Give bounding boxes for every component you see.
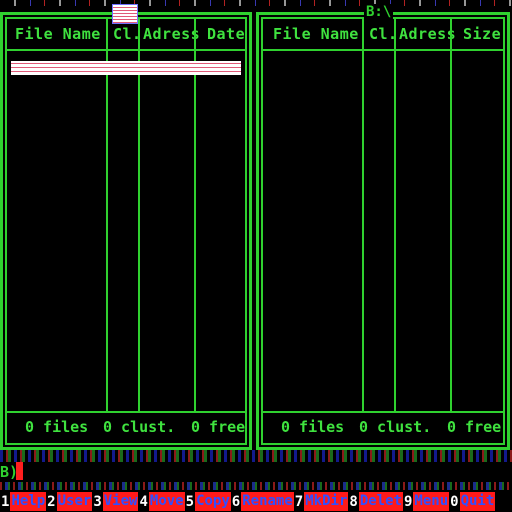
left-col-divider-2 [138,19,140,411]
fkey-mkdir[interactable]: 7 MkDir [294,491,349,512]
fkey-quit[interactable]: 0 Quit [449,491,496,512]
function-key-bar: 1 Help 2 User 3 View 4 Move 5 Copy 6 Rename 7M… [0,491,512,512]
fkey-number: 2 [47,493,56,510]
left-panel-inner: File Name Cl. Adress Date 0 files 0 clus… [5,17,247,445]
right-panel-header: File Name Cl. Adress Size [263,19,503,51]
fkey-move[interactable]: 4 Move [138,491,185,512]
fkey-number: 8 [349,493,358,510]
fkey-label: Move [148,492,185,511]
fkey-label: Delet [358,492,403,511]
screen-noise-top [0,0,512,6]
command-line[interactable]: B) [0,462,512,482]
left-col-filename[interactable]: File Name [15,25,101,43]
left-footer-clusters: 0 clust. [103,418,176,436]
fkey-number: 6 [231,493,241,510]
right-panel-path: B:\ [364,4,394,20]
right-file-panel[interactable]: File Name Cl. Adress Size 0 files 0 clus… [256,12,510,450]
screen-noise-band-2 [0,482,512,490]
fkey-label: MkDir [304,492,349,511]
left-col-date[interactable]: Date [207,25,245,43]
fkey-rename[interactable]: 6 Rename [231,491,294,512]
text-cursor [16,462,23,480]
fkey-number: 4 [139,493,148,510]
fkey-label: User [56,492,93,511]
left-col-divider-3 [194,19,196,411]
fkey-number: 3 [93,493,102,510]
left-panel-footer: 0 files 0 clust. 0 free [7,411,245,443]
right-footer-clusters: 0 clust. [359,418,432,436]
fkey-label: Quit [459,492,496,511]
left-col-divider-1 [106,19,108,411]
fkey-label: Menu [413,492,450,511]
fkey-label: Rename [241,492,294,511]
right-col-filename[interactable]: File Name [273,25,359,43]
fkey-copy[interactable]: 5 Copy [185,491,231,512]
fkey-user[interactable]: 2 User [46,491,93,512]
fkey-label: Help [10,492,47,511]
right-panel-inner: File Name Cl. Adress Size 0 files 0 clus… [261,17,505,445]
right-footer-free: 0 free [447,418,502,436]
right-col-divider-1 [362,19,364,411]
fkey-delete[interactable]: 8 Delet [348,491,403,512]
fkey-menu[interactable]: 9 Menu [403,491,450,512]
right-col-address[interactable]: Adress [399,25,456,43]
fkey-number: 7 [294,493,304,510]
right-panel-footer: 0 files 0 clust. 0 free [263,411,503,443]
right-col-divider-2 [394,19,396,411]
right-col-divider-3 [450,19,452,411]
fkey-label: Copy [195,492,231,511]
right-col-size[interactable]: Size [463,25,501,43]
left-panel-indicator-icon [112,4,138,24]
fkey-view[interactable]: 3 View [92,491,139,512]
fkey-label: View [102,492,139,511]
right-footer-files: 0 files [281,418,345,436]
fkey-number: 1 [1,493,10,510]
screen-noise-band [0,450,512,462]
fkey-number: 5 [185,493,195,510]
left-col-address[interactable]: Adress [143,25,200,43]
fkey-number: 9 [403,493,413,510]
left-footer-files: 0 files [25,418,89,436]
fkey-number: 0 [450,493,459,510]
fkey-help[interactable]: 1 Help [0,491,47,512]
left-panel-selection-bar[interactable] [11,61,241,75]
left-file-panel[interactable]: File Name Cl. Adress Date 0 files 0 clus… [0,12,252,450]
left-footer-free: 0 free [191,418,246,436]
